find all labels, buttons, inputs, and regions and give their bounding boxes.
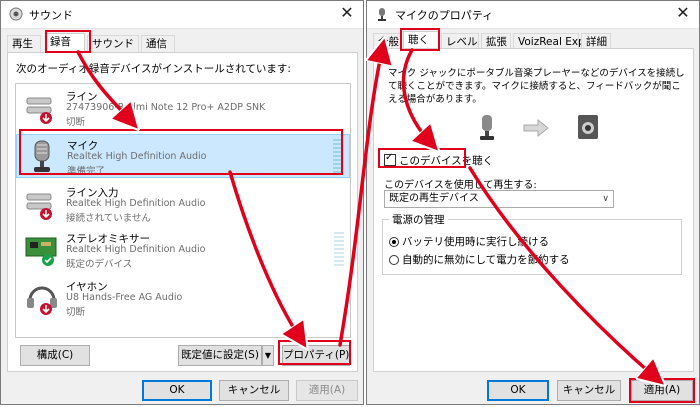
power-group-label: 電源の管理 <box>389 212 448 227</box>
device-item-selected[interactable]: マイク Realtek High Definition Audio 準備完了 <box>16 134 350 178</box>
microphone-icon <box>480 115 494 140</box>
power-management-group: 電源の管理 バッテリ使用時に実行し続ける 自動的に無効にして電力を節約する <box>382 212 682 275</box>
device-status: 切断 <box>66 307 86 318</box>
listen-checkbox[interactable]: このデバイスを聴く <box>384 152 494 168</box>
device-status: 準備完了 <box>67 166 106 177</box>
sound-dialog: サウンド ✕ 再生 録音 サウンド 通信 次のオーディオ録音デバイスがインストー… <box>0 0 364 405</box>
dialog-title: サウンド <box>29 9 73 22</box>
radio-keep-running[interactable]: バッテリ使用時に実行し続ける <box>389 234 549 249</box>
cancel-button[interactable]: キャンセル <box>219 380 289 401</box>
sound-titlebar: サウンド ✕ <box>1 1 363 29</box>
level-meter <box>333 139 343 175</box>
close-icon[interactable]: ✕ <box>337 3 357 22</box>
ok-button[interactable]: OK <box>142 380 212 401</box>
radio-auto-disable-label: 自動的に無効にして電力を節約する <box>402 254 570 266</box>
device-status: 切断 <box>66 117 86 128</box>
device-description: U8 Hands-Free AG Audio <box>66 292 183 303</box>
tab-recording[interactable]: 録音 <box>45 33 85 53</box>
playback-label: このデバイスを使用して再生する: <box>384 180 537 191</box>
sound-card-icon <box>25 237 57 266</box>
device-description: 27473906-Redmi Note 12 Pro+ A2DP SNK <box>66 102 266 113</box>
set-default-button[interactable]: 既定値に設定(S) <box>178 345 262 366</box>
headset-icon <box>27 286 57 315</box>
radio-auto-disable[interactable]: 自動的に無効にして電力を節約する <box>389 252 570 267</box>
dialog-title: マイクのプロパティ <box>395 9 494 22</box>
playback-device-select[interactable]: 既定の再生デバイス ∨ <box>384 190 614 208</box>
device-item[interactable]: ステレオミキサー Realtek High Definition Audio 既… <box>16 228 350 272</box>
playback-device-value: 既定の再生デバイス <box>389 193 479 204</box>
listen-checkbox-label: このデバイスを聴く <box>399 155 494 167</box>
apply-button[interactable]: 適用(A) <box>296 380 358 401</box>
device-description: Realtek High Definition Audio <box>67 151 207 162</box>
ok-button[interactable]: OK <box>487 380 549 401</box>
mic-properties-titlebar: マイクのプロパティ ✕ <box>367 1 699 29</box>
tab-communications[interactable]: 通信 <box>141 35 175 52</box>
device-item[interactable]: イヤホン U8 Hands-Free AG Audio 切断 <box>16 276 350 320</box>
level-meter <box>334 232 344 268</box>
cancel-button[interactable]: キャンセル <box>557 380 621 401</box>
speaker-icon <box>578 115 598 139</box>
instruction-text: 次のオーディオ録音デバイスがインストールされています: <box>16 63 291 75</box>
device-item[interactable]: ライン入力 Realtek High Definition Audio 接続され… <box>16 182 350 226</box>
mic-properties-dialog: マイクのプロパティ ✕ 全般 聴く レベル 拡張 VoizReal Exp 詳細… <box>366 0 700 405</box>
device-description: Realtek High Definition Audio <box>66 198 206 209</box>
microphone-icon <box>378 8 386 21</box>
device-list: ライン 27473906-Redmi Note 12 Pro+ A2DP SNK… <box>15 83 351 338</box>
listen-panel: マイク ジャックにポータブル音楽プレーヤーなどのデバイスを接続して聴くことができ… <box>373 48 694 372</box>
device-item[interactable]: ライン 27473906-Redmi Note 12 Pro+ A2DP SNK… <box>16 86 350 130</box>
listen-description: マイク ジャックにポータブル音楽プレーヤーなどのデバイスを接続して聴くことができ… <box>388 68 685 105</box>
chevron-down-icon: ∨ <box>602 194 609 204</box>
device-description: Realtek High Definition Audio <box>66 244 206 255</box>
chevron-down-icon: ▼ <box>264 351 272 360</box>
properties-button[interactable]: プロパティ(P) <box>282 345 350 366</box>
recording-panel: 次のオーディオ録音デバイスがインストールされています: ライン 27473906… <box>7 52 358 372</box>
device-status: 接続されていません <box>66 213 151 224</box>
set-default-dropdown[interactable]: ▼ <box>262 345 274 366</box>
microphone-icon <box>34 140 50 172</box>
line-in-jack-icon <box>26 193 52 220</box>
apply-button[interactable]: 適用(A) <box>631 380 693 401</box>
listen-diagram <box>480 115 598 140</box>
configure-button[interactable]: 構成(C) <box>20 345 90 366</box>
tab-sounds[interactable]: サウンド <box>87 35 139 52</box>
arrow-right-icon <box>523 118 549 138</box>
device-status: 既定のデバイス <box>66 259 133 270</box>
close-icon[interactable]: ✕ <box>673 3 693 22</box>
speaker-icon <box>9 7 23 21</box>
tab-playback[interactable]: 再生 <box>7 35 41 52</box>
radio-keep-running-label: バッテリ使用時に実行し続ける <box>402 236 549 248</box>
line-in-jack-icon <box>26 97 52 124</box>
radio-selected-icon <box>389 237 399 247</box>
checkbox-checked-icon <box>384 152 396 166</box>
radio-unselected-icon <box>389 255 399 265</box>
